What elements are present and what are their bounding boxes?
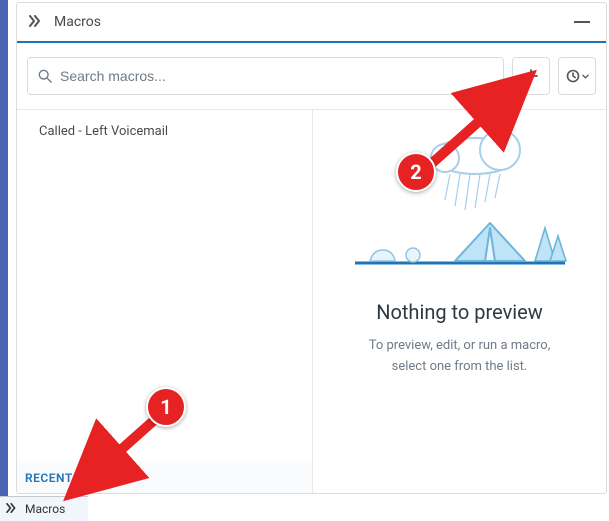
preview-pane: Nothing to preview To preview, edit, or … bbox=[313, 110, 606, 493]
add-macro-button[interactable] bbox=[512, 57, 550, 95]
preview-subtitle-line2: select one from the list. bbox=[392, 359, 528, 374]
annotation-badge-1: 1 bbox=[146, 387, 186, 427]
clock-icon bbox=[566, 69, 580, 83]
macro-list: Called - Left Voicemail RECENT bbox=[17, 110, 313, 493]
plus-icon bbox=[524, 69, 538, 83]
annotation-badge-2: 2 bbox=[396, 152, 436, 192]
search-field[interactable] bbox=[27, 57, 504, 95]
search-icon bbox=[38, 69, 52, 83]
preview-title: Nothing to preview bbox=[376, 300, 543, 324]
recent-dropdown-button[interactable] bbox=[558, 57, 596, 95]
preview-subtitle: To preview, edit, or run a macro, select… bbox=[369, 336, 551, 378]
content-area: Called - Left Voicemail RECENT bbox=[17, 109, 606, 493]
panel-header: Macros bbox=[17, 3, 606, 43]
panel-title: Macros bbox=[54, 14, 574, 30]
minimize-icon[interactable] bbox=[574, 21, 590, 23]
toolbar bbox=[17, 43, 606, 109]
recent-section-label: RECENT bbox=[17, 461, 312, 493]
preview-subtitle-line1: To preview, edit, or run a macro, bbox=[369, 338, 551, 353]
chevron-down-icon bbox=[582, 74, 589, 79]
list-item[interactable]: Called - Left Voicemail bbox=[17, 110, 312, 153]
taskbar-tab-label: Macros bbox=[25, 502, 65, 516]
taskbar-macros-tab[interactable]: Macros bbox=[0, 496, 88, 521]
empty-state-illustration bbox=[345, 128, 575, 278]
macros-panel: Macros Called - Left Voicemail RECENT bbox=[16, 2, 607, 494]
left-sidebar-strip bbox=[0, 0, 8, 521]
search-input[interactable] bbox=[60, 68, 493, 84]
expand-icon bbox=[6, 502, 19, 517]
expand-icon[interactable] bbox=[29, 13, 44, 31]
